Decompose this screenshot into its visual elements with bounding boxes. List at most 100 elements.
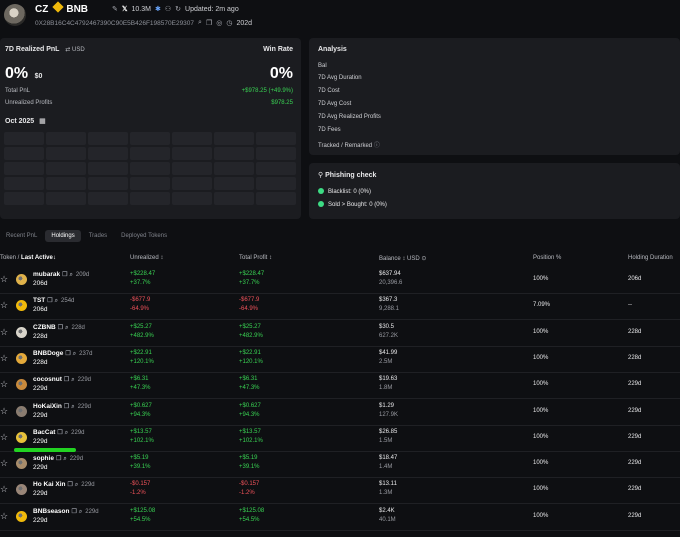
table-row[interactable]: ☆ BNBDoge ❐ ⌕ 237d 228d +$22.91 +120.1% +$22.91 +… [0,347,680,373]
token-name[interactable]: BacCat [33,429,55,436]
tab-deployed-tokens[interactable]: Deployed Tokens [115,230,173,242]
sort-icon[interactable]: ↕ [269,255,272,261]
search-icon[interactable]: ⌕ [65,430,68,436]
toggle-icon[interactable]: ⊙ [421,256,426,262]
table-row[interactable]: ☆ CZBNB ❐ ⌕ 228d 228d +$25.27 +482.9% +$25.27 +48… [0,321,680,347]
search-icon[interactable]: ⌕ [79,509,82,515]
tab-trades[interactable]: Trades [83,230,113,242]
users-icon[interactable]: ⚇ [165,5,171,13]
copy-icon[interactable]: ❐ [64,377,69,383]
star-icon[interactable]: ☆ [0,275,8,284]
copy-icon[interactable]: ❐ [47,298,52,304]
token-name[interactable]: sophie [33,455,54,462]
unrealized-pct: +37.7% [130,280,151,286]
sort-icon[interactable]: ↓ [53,255,56,261]
star-icon[interactable]: ☆ [0,380,8,389]
table-row[interactable]: ☆ cocosnut ❐ ⌕ 229d 229d +$6.31 +47.3% +$6.31 +47… [0,373,680,400]
copy-icon[interactable]: ❐ [206,19,212,27]
total-profit-cell: -$677.9 -64.9% [239,296,259,314]
pnl-percent: 0% [5,65,29,82]
copy-icon[interactable]: ❐ [65,351,70,357]
search-icon[interactable]: ⌕ [71,377,74,383]
search-icon[interactable]: ⌕ [71,404,74,410]
star-icon[interactable]: ☆ [0,459,8,468]
search-icon[interactable]: ⌕ [65,325,68,331]
search-icon[interactable]: ⌕ [63,456,66,462]
table-row[interactable]: ☆ BacCat ❐ ⌕ 229d 229d +$13.57 +102.1% +$13.57 +1… [0,426,680,452]
sort-icon[interactable]: ↕ [160,255,163,261]
search-icon[interactable]: ⌕ [55,298,58,304]
unrealized-pct: +120.1% [130,358,154,365]
token-name[interactable]: BNBseason [33,508,69,515]
table-row[interactable]: ☆ mubarak ❐ ⌕ 209d 206d +$228.47 +37.7% +$228.47… [0,268,680,294]
copy-icon[interactable]: ❐ [64,404,69,410]
star-icon[interactable]: ☆ [0,353,8,363]
calendar-day [256,132,296,145]
copy-icon[interactable]: ❐ [57,430,62,436]
copy-icon[interactable]: ❐ [58,325,63,331]
info-icon[interactable]: ⓘ [374,143,380,149]
th-balance[interactable]: Balance ↕ USD ⊙ [379,255,426,262]
edit-icon[interactable]: ✎ [112,5,118,13]
search-icon[interactable]: ⌕ [73,351,76,357]
table-row[interactable]: ☆ HoKaiXin ❐ ⌕ 229d 229d +$0.627 +94.3% +$0.627 +… [0,400,680,426]
copy-icon[interactable]: ❐ [68,482,73,488]
th-usd-label[interactable]: USD [407,256,420,262]
table-row[interactable]: ☆ TST ❐ ⌕ 254d 206d -$677.9 -64.9% -$677.9 -64.9%… [0,294,680,321]
token-name[interactable]: HoKaiXin [33,403,62,410]
th-position[interactable]: Position % [533,255,561,261]
last-active: 229d [33,516,48,524]
balance-amount: 9,288.1 [379,306,400,313]
th-token[interactable]: Token / Last Active↓ [0,255,56,261]
balance-amount: 1.8M [379,385,393,392]
th-holding[interactable]: Holding Duration [628,255,673,261]
x-twitter-icon[interactable]: 𝕏 [122,5,128,13]
token-icon [16,431,27,443]
holding-duration: 206d [628,276,642,282]
copy-icon[interactable]: ❐ [56,456,61,462]
refresh-icon[interactable]: ↻ [175,5,181,13]
unrealized-value: +$13.57 [130,428,152,435]
copy-icon[interactable]: ❐ [71,509,76,515]
calendar-icon[interactable]: ▦ [39,118,46,125]
star-icon[interactable]: ☆ [0,485,8,494]
table-row[interactable]: ☆ sophie ❐ ⌕ 229d 229d +$5.19 +39.1% +$5.19 +39.1… [0,452,680,479]
th-unrealized[interactable]: Unrealized ↕ [130,255,163,261]
tracked-label: Tracked / Remarked [318,143,373,149]
currency-toggle[interactable]: ⇄ USD [65,47,84,53]
token-name[interactable]: Ho Kai Xin [33,481,66,488]
sort-icon[interactable]: ↕ [402,256,405,262]
unrealized-cell: +$6.31 +47.3% [130,375,151,393]
balance-amount: 40.1M [379,516,396,523]
last-active: 228d [33,332,48,340]
last-active: 206d [33,306,48,314]
th-total-profit[interactable]: Total Profit ↕ [239,255,272,261]
search-icon[interactable]: ⌕ [75,482,78,488]
star-icon[interactable]: ☆ [0,327,8,337]
unrealized-pct: -64.9% [130,306,150,313]
star-icon[interactable]: ☆ [0,432,8,442]
tab-holdings[interactable]: Holdings [45,230,81,242]
win-rate-value: 0% [269,65,293,82]
star-icon[interactable]: ☆ [0,301,8,310]
token-name[interactable]: TST [33,297,45,304]
token-name[interactable]: CZBNB [33,324,56,331]
table-row[interactable]: ☆ BNBseason ❐ ⌕ 229d 229d +$125.08 +54.5% +$125.… [0,505,680,531]
position-pct: 100% [533,381,549,388]
search-icon[interactable]: ⌕ [198,19,202,27]
tab-recent-pnl[interactable]: Recent PnL [0,230,43,242]
month-picker[interactable]: Oct 2025 ▦ [5,117,46,125]
token-name[interactable]: mubarak [33,271,60,278]
star-icon[interactable]: ☆ [0,406,8,416]
th-last-active[interactable]: Last Active [21,255,53,261]
explorer-icon[interactable]: ◎ [216,19,222,27]
search-icon[interactable]: ⌕ [70,272,73,278]
copy-icon[interactable]: ❐ [62,272,67,278]
table-row[interactable]: ☆ Ho Kai Xin ❐ ⌕ 229d 229d -$0.157 -1.2% -$0.157… [0,478,680,505]
token-name[interactable]: BNBDoge [33,350,63,357]
holding-duration: 229d [628,512,642,519]
star-icon[interactable]: ☆ [0,511,8,521]
token-created-age: 229d [69,456,84,463]
balance-cell: $367.3 9,288.1 [379,296,399,314]
token-name[interactable]: cocosnut [33,376,62,383]
